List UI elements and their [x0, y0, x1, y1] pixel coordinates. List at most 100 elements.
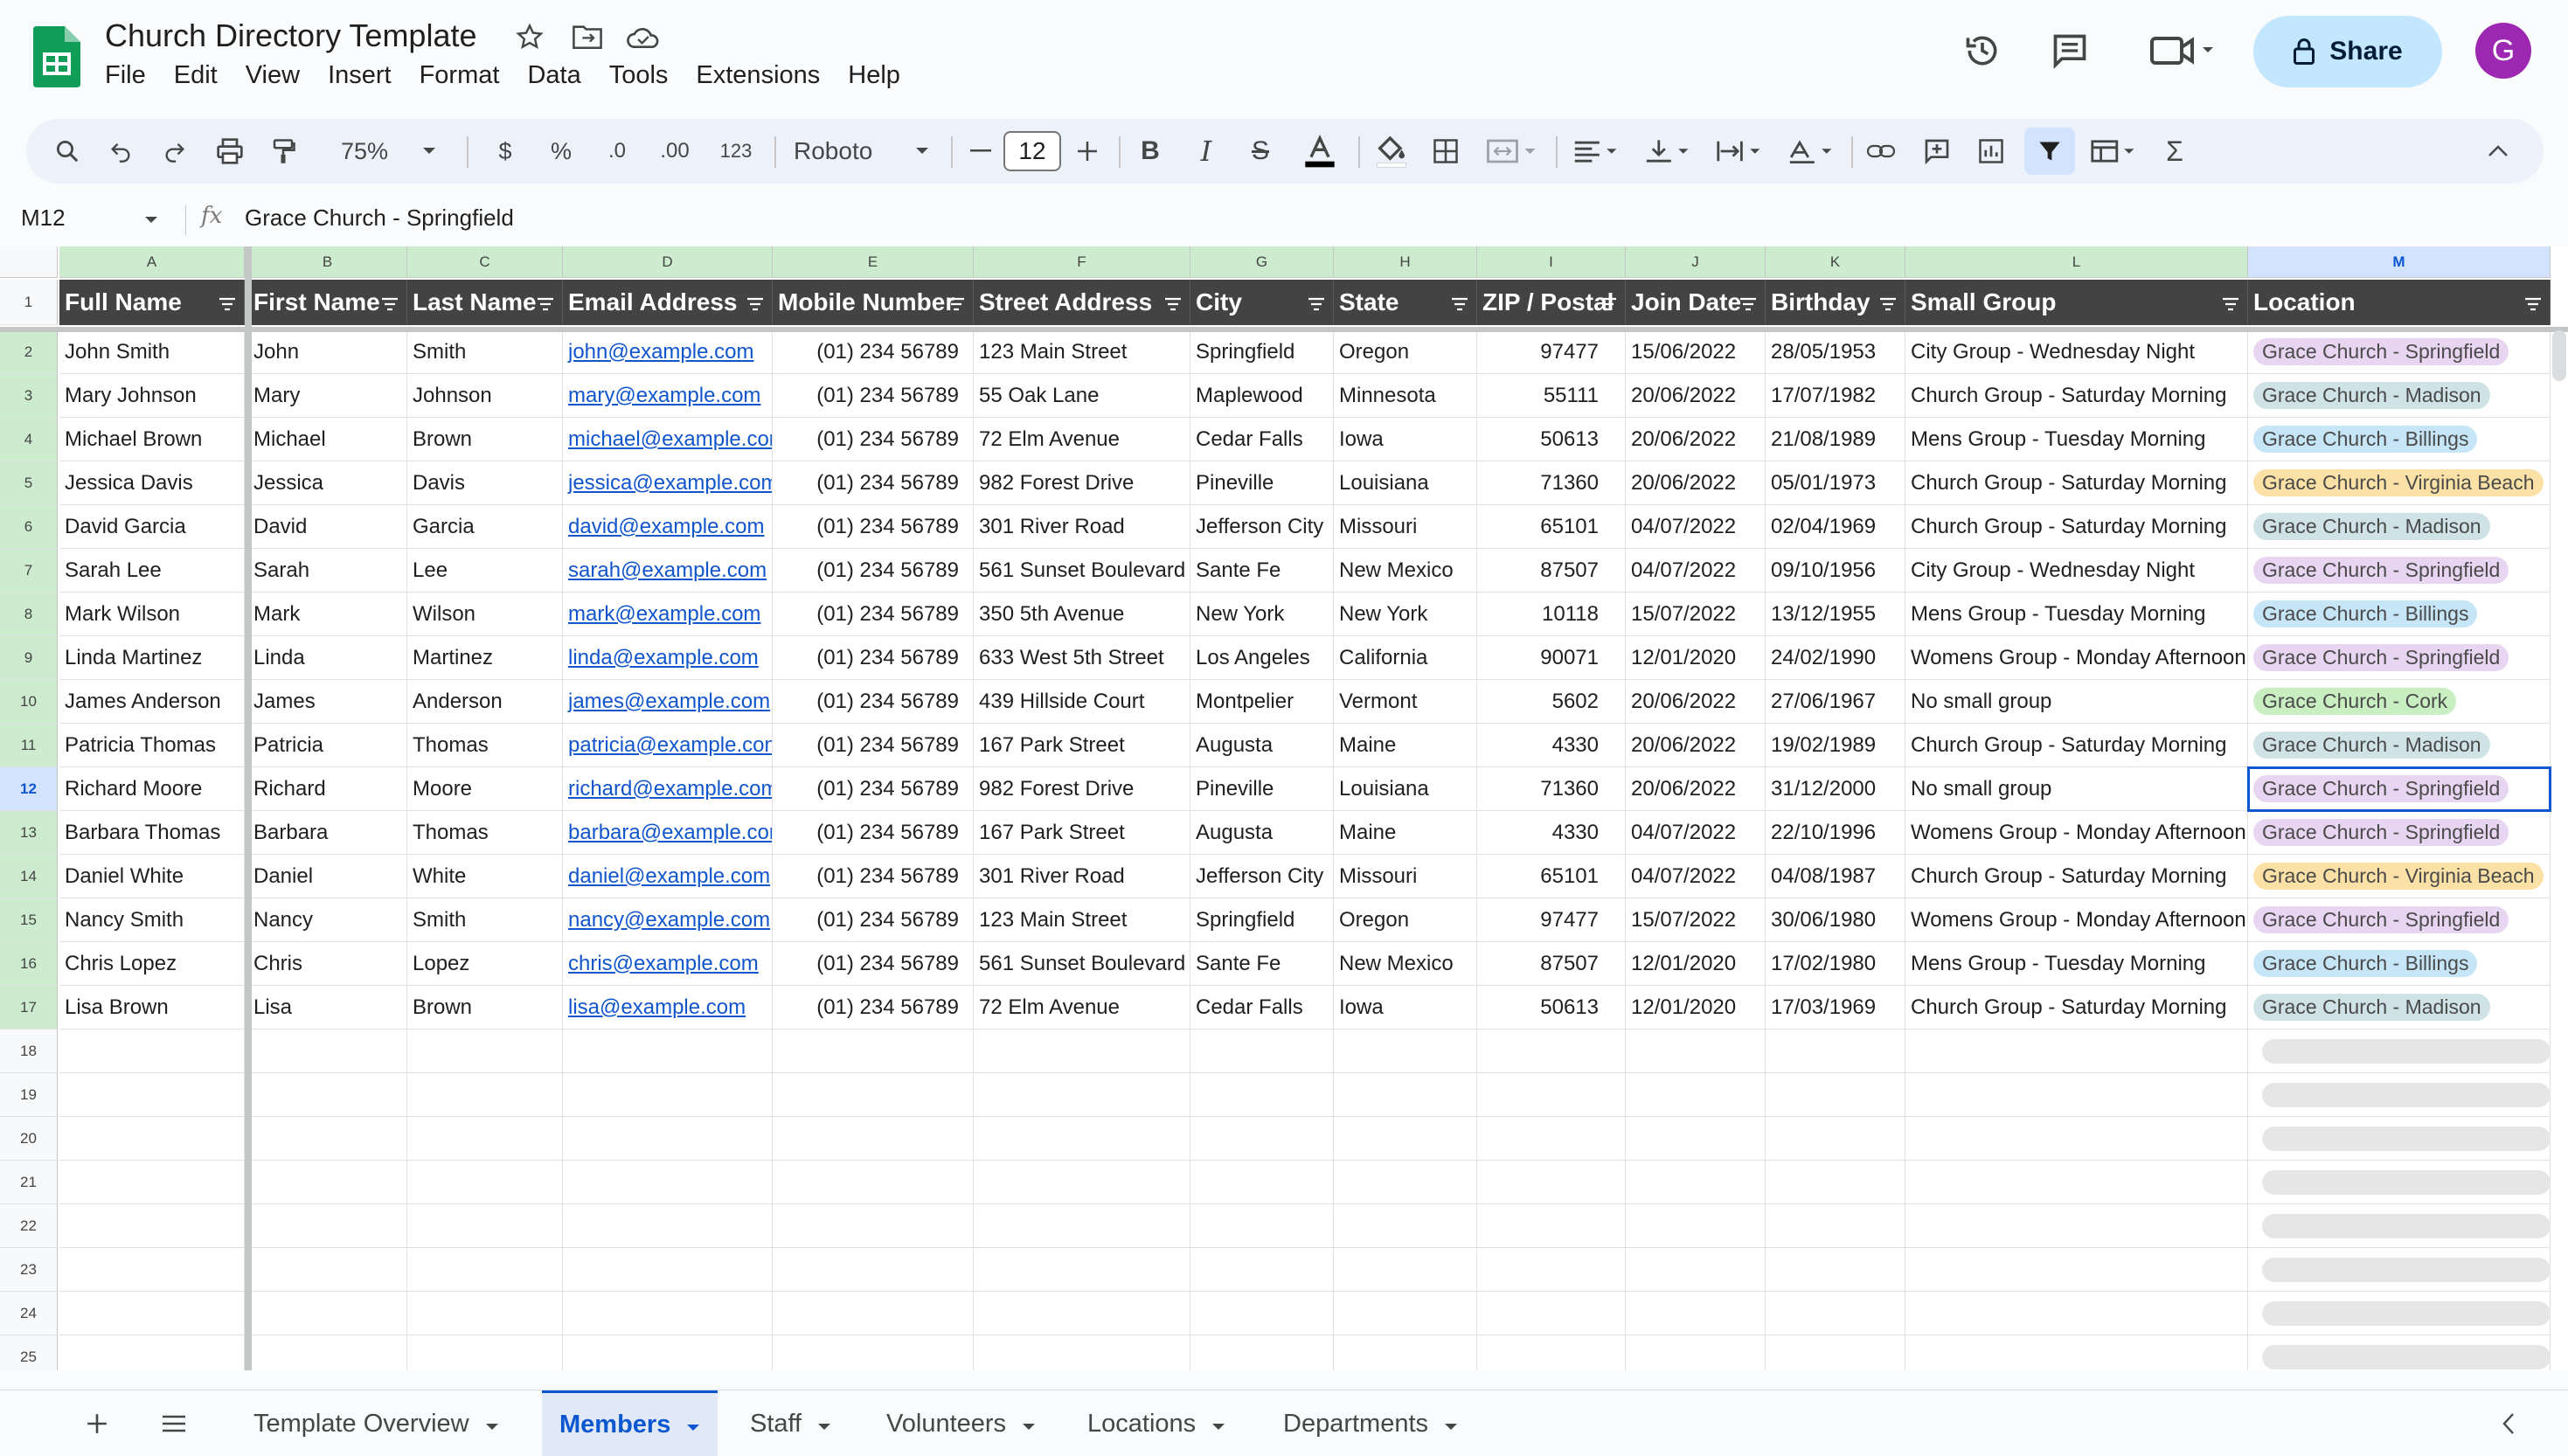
email-link[interactable]: chris@example.com [568, 952, 759, 976]
select-all-corner[interactable] [0, 246, 58, 278]
location-chip[interactable]: Grace Church - Madison [2253, 994, 2490, 1021]
empty-cell[interactable] [974, 1117, 1190, 1161]
cell-f17[interactable]: 72 Elm Avenue [974, 986, 1190, 1030]
empty-cell[interactable] [1766, 1161, 1905, 1204]
cell-d7[interactable]: sarah@example.com [563, 549, 773, 593]
cell-b7[interactable]: Sarah [248, 549, 407, 593]
cell-e7[interactable]: (01) 234 56789 [773, 549, 974, 593]
cell-m9[interactable]: Grace Church - Springfield [2248, 636, 2551, 680]
chevron-down-icon[interactable] [1444, 1410, 1458, 1439]
column-header-l[interactable]: L [1905, 246, 2248, 278]
column-filter-icon[interactable] [1307, 292, 1326, 311]
cell-d9[interactable]: linda@example.com [563, 636, 773, 680]
cloud-saved-icon[interactable] [626, 19, 661, 54]
cell-m7[interactable]: Grace Church - Springfield [2248, 549, 2551, 593]
cell-b10[interactable]: James [248, 680, 407, 724]
bold-icon[interactable]: B [1133, 119, 1168, 184]
cell-g15[interactable]: Springfield [1190, 898, 1334, 942]
chevron-down-icon[interactable] [909, 119, 935, 184]
empty-dropdown-chip[interactable] [2262, 1258, 2551, 1282]
avatar[interactable]: G [2475, 23, 2531, 79]
strikethrough-icon[interactable]: S [1243, 119, 1278, 184]
cell-f13[interactable]: 167 Park Street [974, 811, 1190, 855]
empty-cell[interactable] [1477, 1073, 1626, 1117]
cell-f11[interactable]: 167 Park Street [974, 724, 1190, 767]
cell-m11[interactable]: Grace Church - Madison [2248, 724, 2551, 767]
chevron-down-icon[interactable] [817, 1410, 831, 1439]
cell-b5[interactable]: Jessica [248, 461, 407, 505]
row-header-9[interactable]: 9 [0, 636, 58, 680]
cell-j5[interactable]: 20/06/2022 [1626, 461, 1766, 505]
cell-k7[interactable]: 09/10/1956 [1766, 549, 1905, 593]
empty-cell[interactable] [1626, 1335, 1766, 1370]
cell-i9[interactable]: 90071 [1477, 636, 1626, 680]
email-link[interactable]: patricia@example.com [568, 733, 772, 758]
cell-g11[interactable]: Augusta [1190, 724, 1334, 767]
print-icon[interactable] [210, 119, 250, 184]
row-header-7[interactable]: 7 [0, 549, 58, 593]
cell-d16[interactable]: chris@example.com [563, 942, 773, 986]
row-header-6[interactable]: 6 [0, 505, 58, 549]
font-size-input[interactable]: 12 [1003, 131, 1061, 171]
empty-cell[interactable] [248, 1073, 407, 1117]
header-cell-m[interactable]: Location [2248, 280, 2551, 325]
column-filter-icon[interactable] [947, 292, 966, 311]
empty-cell[interactable] [974, 1335, 1190, 1370]
vertical-scrollbar[interactable] [2552, 330, 2566, 381]
collapse-toolbar-icon[interactable] [2479, 119, 2517, 184]
comments-icon[interactable] [2044, 24, 2096, 77]
cell-e4[interactable]: (01) 234 56789 [773, 418, 974, 461]
chevron-down-icon[interactable] [686, 1411, 700, 1439]
cell-j2[interactable]: 15/06/2022 [1626, 330, 1766, 374]
cell-h13[interactable]: Maine [1334, 811, 1477, 855]
column-header-f[interactable]: F [974, 246, 1190, 278]
email-link[interactable]: barbara@example.com [568, 821, 772, 845]
email-link[interactable]: james@example.com [568, 690, 770, 714]
cell-h11[interactable]: Maine [1334, 724, 1477, 767]
cell-d10[interactable]: james@example.com [563, 680, 773, 724]
filter-icon[interactable] [2024, 128, 2075, 175]
column-filter-icon[interactable] [536, 292, 555, 311]
column-header-j[interactable]: J [1626, 246, 1766, 278]
cell-c11[interactable]: Thomas [407, 724, 563, 767]
row-header-16[interactable]: 16 [0, 942, 58, 986]
empty-cell[interactable] [59, 1073, 245, 1117]
location-chip[interactable]: Grace Church - Billings [2253, 600, 2478, 627]
cell-i12[interactable]: 71360 [1477, 767, 1626, 811]
row-header-25[interactable]: 25 [0, 1335, 58, 1370]
empty-cell[interactable] [1766, 1117, 1905, 1161]
cell-a4[interactable]: Michael Brown [59, 418, 245, 461]
header-cell-d[interactable]: Email Address [563, 280, 773, 325]
cell-j4[interactable]: 20/06/2022 [1626, 418, 1766, 461]
column-filter-icon[interactable] [2523, 292, 2543, 311]
formula-input[interactable]: Grace Church - Springfield [245, 205, 514, 232]
cell-d6[interactable]: david@example.com [563, 505, 773, 549]
cell-c14[interactable]: White [407, 855, 563, 898]
cell-i2[interactable]: 97477 [1477, 330, 1626, 374]
location-chip[interactable]: Grace Church - Virginia Beach [2253, 469, 2544, 496]
share-button[interactable]: Share [2253, 16, 2442, 87]
empty-cell[interactable] [1334, 1073, 1477, 1117]
empty-cell[interactable] [773, 1204, 974, 1248]
sheet-tab-staff[interactable]: Staff [732, 1390, 849, 1456]
header-cell-j[interactable]: Join Date [1626, 280, 1766, 325]
frozen-column-divider[interactable] [245, 246, 252, 1370]
cell-b17[interactable]: Lisa [248, 986, 407, 1030]
cell-b11[interactable]: Patricia [248, 724, 407, 767]
location-chip[interactable]: Grace Church - Billings [2253, 950, 2478, 977]
row-header-12[interactable]: 12 [0, 767, 58, 811]
borders-icon[interactable] [1428, 119, 1463, 184]
sheet-tab-members[interactable]: Members [542, 1390, 718, 1456]
frozen-row-divider[interactable] [0, 327, 2568, 332]
cell-h2[interactable]: Oregon [1334, 330, 1477, 374]
row-header-4[interactable]: 4 [0, 418, 58, 461]
cell-m2[interactable]: Grace Church - Springfield [2248, 330, 2551, 374]
location-chip[interactable]: Grace Church - Springfield [2253, 644, 2509, 671]
cell-l13[interactable]: Womens Group - Monday Afternoon [1905, 811, 2248, 855]
cell-g16[interactable]: Sante Fe [1190, 942, 1334, 986]
location-chip[interactable]: Grace Church - Madison [2253, 731, 2490, 759]
cell-e10[interactable]: (01) 234 56789 [773, 680, 974, 724]
currency-format-button[interactable]: $ [488, 119, 523, 184]
cell-l16[interactable]: Mens Group - Tuesday Morning [1905, 942, 2248, 986]
empty-cell[interactable] [407, 1248, 563, 1292]
